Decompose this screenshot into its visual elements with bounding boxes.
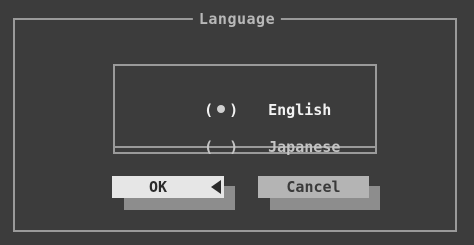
radio-label-japanese: Japanese xyxy=(268,138,341,156)
radio-unselected-dot-icon xyxy=(217,142,225,150)
focus-arrow-icon xyxy=(211,180,221,194)
cancel-button[interactable]: Cancel xyxy=(258,176,369,198)
ok-button-label: OK xyxy=(148,178,168,196)
language-dialog-screen: Language () English () Japanese OK Cancel xyxy=(0,0,474,245)
dialog-title: Language xyxy=(192,10,282,28)
radio-option-english[interactable]: () English xyxy=(168,80,331,119)
ok-button[interactable]: OK xyxy=(112,176,224,198)
radio-selected-dot-icon xyxy=(217,105,226,113)
radio-button-japanese[interactable]: () xyxy=(204,137,268,157)
radio-option-japanese[interactable]: () Japanese xyxy=(168,117,340,156)
